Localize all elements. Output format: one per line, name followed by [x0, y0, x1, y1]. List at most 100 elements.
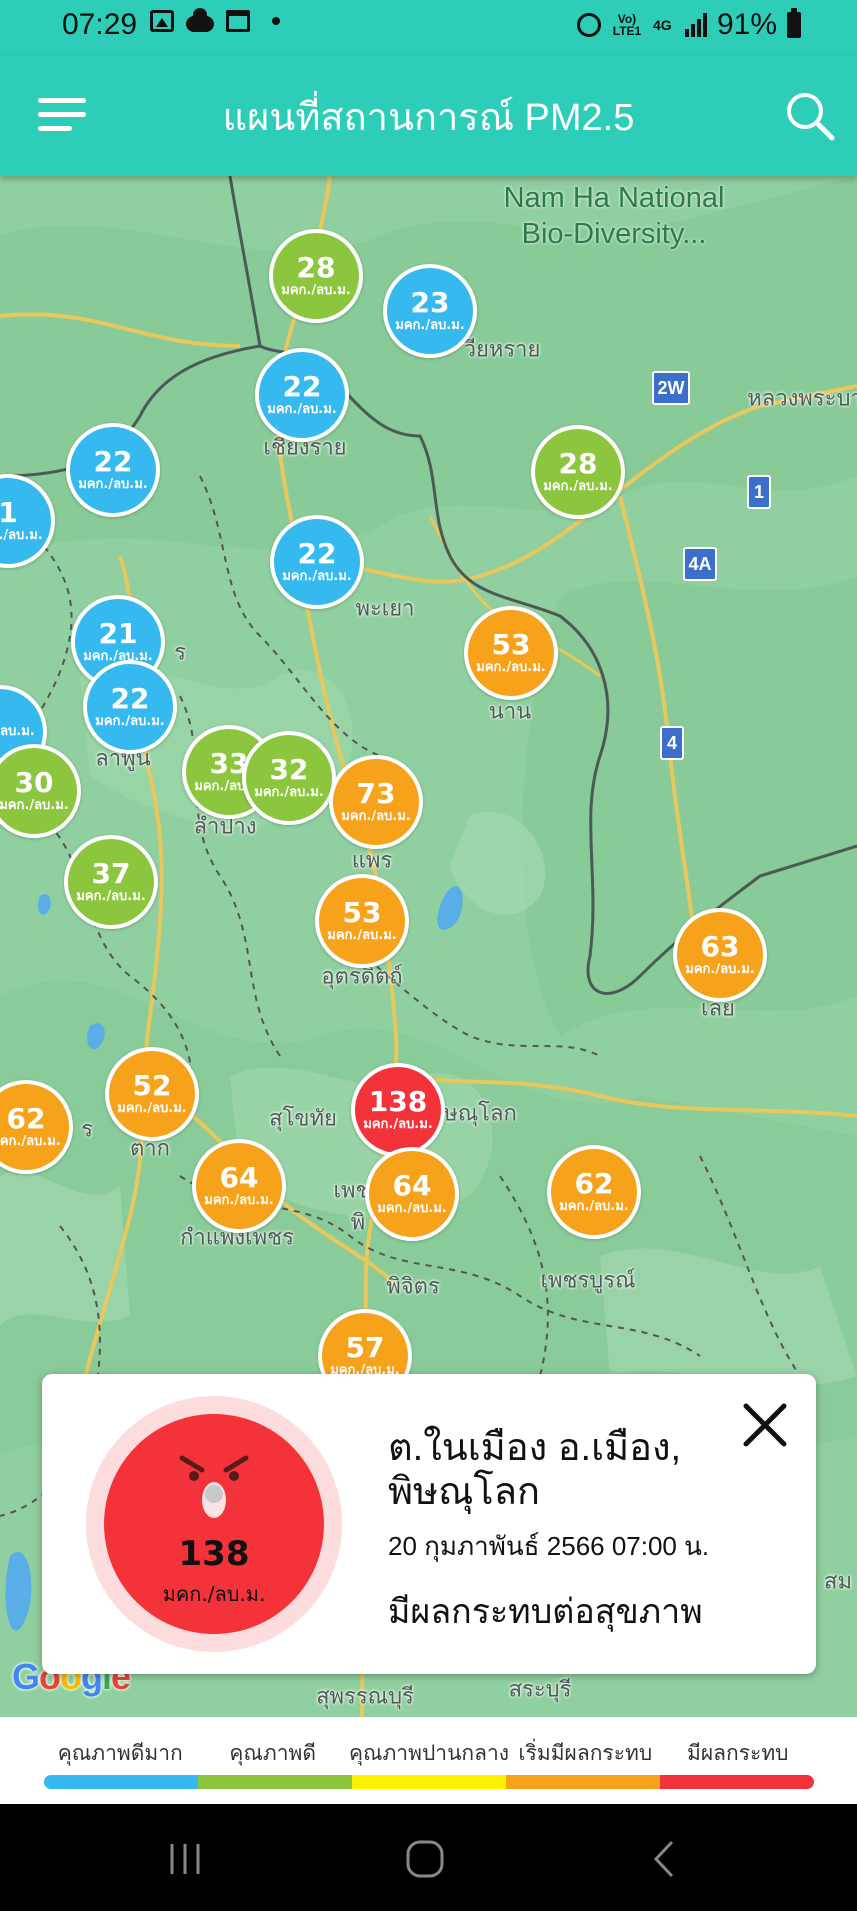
aqi-marker[interactable]: 22 มคก./ลบ.ม.	[66, 423, 160, 517]
app-bar: แผนที่สถานการณ์ PM2.5	[0, 56, 857, 176]
aqi-marker[interactable]: 22 มคก./ลบ.ม.	[270, 515, 364, 609]
aqi-marker-value: 37	[91, 857, 131, 890]
place-label: หลวงพระบา	[747, 385, 857, 411]
aqi-marker-unit: มคก./ลบ.ม.	[543, 479, 613, 494]
place-label: สุโขทัย	[269, 1105, 337, 1131]
place-label: ร	[174, 639, 186, 665]
aqi-marker[interactable]: 64 มคก./ลบ.ม.	[192, 1139, 286, 1233]
health-status: มีผลกระทบต่อสุขภาพ	[388, 1593, 703, 1631]
legend-color-bar	[44, 1775, 814, 1789]
recent-apps-icon[interactable]	[160, 1834, 210, 1884]
legend-labels: คุณภาพดีมาก คุณภาพดี คุณภาพปานกลาง เริ่ม…	[44, 1737, 814, 1770]
gallery-icon	[150, 10, 174, 32]
aqi-marker-unit: มคก./ลบ.ม.	[559, 1199, 629, 1214]
place-label: พะเยา	[355, 595, 415, 621]
status-time: 07:29	[62, 8, 138, 41]
aqi-marker[interactable]: 138 มคก./ลบ.ม.	[351, 1063, 445, 1157]
highway-shield: 4	[660, 726, 684, 760]
aqi-marker-value: 64	[219, 1161, 259, 1194]
aqi-marker[interactable]: 22 มคก./ลบ.ม.	[83, 660, 177, 754]
place-label: สระบุรี	[508, 1676, 572, 1702]
close-icon[interactable]	[740, 1400, 790, 1450]
status-bar: 07:29 Vo) LTE1 4G 91%	[0, 0, 857, 56]
legend-label-impact: มีผลกระทบ	[687, 1742, 789, 1765]
highway-shield: 4A	[683, 547, 717, 581]
aqi-marker[interactable]: 37 มคก./ลบ.ม.	[64, 835, 158, 929]
page-title: แผนที่สถานการณ์ PM2.5	[222, 97, 635, 139]
legend-swatch-very-good	[44, 1775, 198, 1789]
signal-icon	[684, 13, 707, 37]
aqi-marker-value: 57	[345, 1331, 385, 1364]
aqi-marker[interactable]: 28 มคก./ลบ.ม.	[531, 425, 625, 519]
station-location: ต.ในเมือง อ.เมือง, พิษณุโลก	[388, 1426, 788, 1514]
aqi-marker-value: 63	[700, 930, 740, 963]
legend-label-good: คุณภาพดี	[229, 1742, 317, 1765]
aqi-marker[interactable]: 53 มคก./ลบ.ม.	[464, 606, 558, 700]
aqi-legend: คุณภาพดีมาก คุณภาพดี คุณภาพปานกลาง เริ่ม…	[0, 1717, 857, 1804]
aqi-marker-unit: มคก./ลบ.ม.	[267, 402, 337, 417]
legend-swatch-starting-impact	[506, 1775, 660, 1789]
aqi-marker[interactable]: 63 มคก./ลบ.ม.	[673, 908, 767, 1002]
aqi-marker-unit: มคก./ลบ.ม.	[685, 962, 755, 977]
aqi-marker-unit: มคก./ลบ.ม.	[377, 1201, 447, 1216]
aqi-marker[interactable]: 23 มคก./ลบ.ม.	[383, 264, 477, 358]
back-icon[interactable]	[640, 1834, 690, 1884]
network-type-icon: 4G	[652, 17, 672, 33]
aqi-marker-value: 23	[410, 286, 450, 319]
legend-swatch-impact	[660, 1775, 814, 1789]
aqi-value: 138	[178, 1534, 250, 1574]
aqi-marker[interactable]: 53 มคก./ลบ.ม.	[315, 874, 409, 968]
place-label: สม	[824, 1568, 852, 1594]
home-icon[interactable]	[400, 1834, 450, 1884]
aqi-marker[interactable]: 62มคก./ลบ.ม.	[547, 1145, 641, 1239]
park-label: Nam Ha National Bio-Diversity...	[503, 182, 725, 250]
aqi-marker-unit: มคก./ลบ.ม.	[363, 1117, 433, 1132]
aqi-marker-value: 28	[296, 251, 336, 284]
aqi-marker-value: 62	[6, 1102, 46, 1135]
navigation-bar	[0, 1804, 857, 1911]
aqi-marker-unit: มคก./ลบ.ม.	[0, 798, 69, 813]
aqi-marker-unit: มคก./ลบ.ม.	[0, 528, 43, 543]
notification-icons	[150, 8, 280, 32]
aqi-marker-value: 53	[342, 896, 382, 929]
aqi-marker-unit: มคก./ลบ.ม.	[327, 928, 397, 943]
aqi-marker[interactable]: 52 มคก./ลบ.ม.	[105, 1047, 199, 1141]
legend-swatch-good	[198, 1775, 352, 1789]
aqi-marker-unit: มคก./ลบ.ม.	[0, 724, 35, 739]
more-notifications-icon	[272, 17, 280, 25]
highway-shield: 1	[747, 475, 771, 509]
aqi-marker-value: 1	[0, 496, 18, 529]
place-label: ษณุโลก	[443, 1100, 517, 1126]
aqi-marker[interactable]: 64 มคก./ลบ.ม.	[365, 1147, 459, 1241]
aqi-marker-unit: มคก./ลบ.ม.	[254, 785, 324, 800]
station-location-line2: พิษณุโลก	[388, 1471, 541, 1513]
aqi-marker[interactable]: 22 มคก./ลบ.ม.	[255, 348, 349, 442]
aqi-marker[interactable]: 28 มคก./ลบ.ม.	[269, 229, 363, 323]
aqi-marker-unit: มคก./ลบ.ม.	[95, 714, 165, 729]
aqi-marker-value: 22	[93, 445, 133, 478]
aqi-marker-unit: มคก./ลบ.ม.	[281, 283, 351, 298]
aqi-marker-unit: มคก./ลบ.ม.	[76, 889, 146, 904]
search-icon[interactable]	[784, 90, 836, 142]
aqi-marker-value: 32	[269, 753, 309, 786]
aqi-marker-unit: มคก./ลบ.ม.	[395, 318, 465, 333]
station-datetime: 20 กุมภาพันธ์ 2566 07:00 น.	[388, 1531, 710, 1561]
system-icons: Vo) LTE1 4G 91%	[576, 8, 801, 42]
volte-icon: Vo) LTE1	[612, 12, 642, 38]
aqi-marker[interactable]: 32 มคก./ลบ.ม.	[242, 731, 336, 825]
place-label: พิ	[350, 1209, 366, 1235]
aqi-marker-value: 22	[282, 370, 322, 403]
place-label: วียหราย	[463, 336, 541, 362]
legend-label-starting-impact: เริ่มมีผลกระทบ	[518, 1742, 653, 1765]
place-label: สุพรรณบุรี	[316, 1683, 414, 1709]
station-info-card[interactable]: 138 มคก./ลบ.ม. ต.ในเมือง อ.เมือง, พิษณุโ…	[42, 1374, 816, 1674]
aqi-marker-unit: มคก./ลบ.ม.	[78, 477, 148, 492]
aqi-marker-unit: มคก./ลบ.ม.	[117, 1101, 187, 1116]
aqi-marker-value: 30	[14, 766, 54, 799]
place-label: พิจิตร	[386, 1273, 440, 1299]
aqi-indicator: 138 มคก./ลบ.ม.	[86, 1396, 342, 1652]
aqi-marker[interactable]: 73 มคก./ลบ.ม.	[329, 755, 423, 849]
legend-swatch-moderate	[352, 1775, 506, 1789]
aqi-marker-unit: มคก./ลบ.ม.	[282, 569, 352, 584]
aqi-marker-value: 22	[110, 682, 150, 715]
